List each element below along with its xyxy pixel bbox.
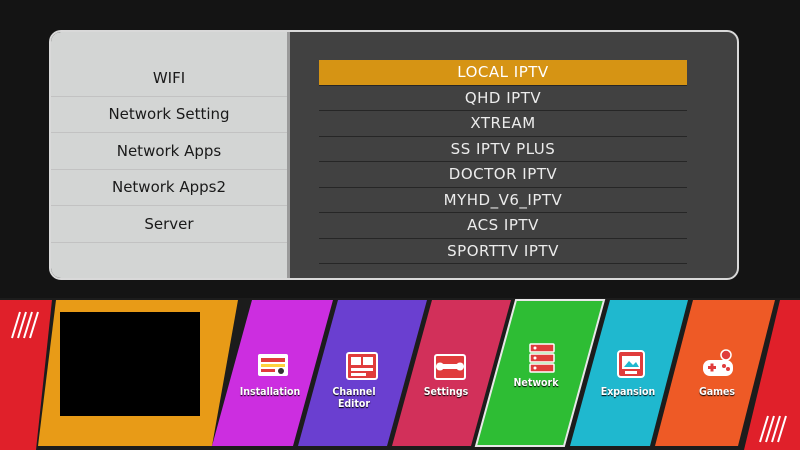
list-item-myhd-v6-iptv[interactable]: MYHD_V6_IPTV <box>319 188 687 213</box>
sidebar-item-server[interactable]: Server <box>51 206 287 243</box>
list-item-doctor-iptv[interactable]: DOCTOR IPTV <box>319 162 687 188</box>
taskbar-label-games[interactable]: Games <box>692 386 742 398</box>
main-menu-taskbar: Installation Channel Editor Settings Net… <box>0 298 800 450</box>
games-icon <box>703 349 733 376</box>
channel-editor-icon <box>346 352 378 380</box>
taskbar-label-channel-editor[interactable]: Channel Editor <box>318 386 390 410</box>
taskbar-label-expansion[interactable]: Expansion <box>598 386 658 398</box>
sidebar-item-network-apps[interactable]: Network Apps <box>51 133 287 170</box>
list-item-qhd-iptv[interactable]: QHD IPTV <box>319 86 687 111</box>
network-menu-panel: WIFI Network Setting Network Apps Networ… <box>49 30 739 280</box>
sidebar-item-wifi[interactable]: WIFI <box>51 60 287 97</box>
taskbar-label-installation[interactable]: Installation <box>238 386 302 398</box>
list-item-acs-iptv[interactable]: ACS IPTV <box>319 213 687 239</box>
sidebar-menu: WIFI Network Setting Network Apps Networ… <box>51 32 290 278</box>
preview-window <box>60 312 200 416</box>
list-item-xtream[interactable]: XTREAM <box>319 111 687 137</box>
list-item-sporttv-iptv[interactable]: SPORTTV IPTV <box>319 239 687 264</box>
settings-icon <box>434 354 466 380</box>
taskbar-label-settings[interactable]: Settings <box>418 386 474 398</box>
taskbar-label-network[interactable]: Network <box>510 377 562 389</box>
network-icon <box>529 343 555 373</box>
list-item-ss-iptv-plus[interactable]: SS IPTV PLUS <box>319 137 687 162</box>
list-item-local-iptv[interactable]: LOCAL IPTV <box>319 60 687 86</box>
iptv-app-list: LOCAL IPTV QHD IPTV XTREAM SS IPTV PLUS … <box>319 60 687 264</box>
expansion-icon <box>617 350 645 378</box>
sidebar-item-network-apps2[interactable]: Network Apps2 <box>51 169 287 206</box>
installation-icon <box>258 354 288 376</box>
sidebar-item-network-setting[interactable]: Network Setting <box>51 96 287 133</box>
